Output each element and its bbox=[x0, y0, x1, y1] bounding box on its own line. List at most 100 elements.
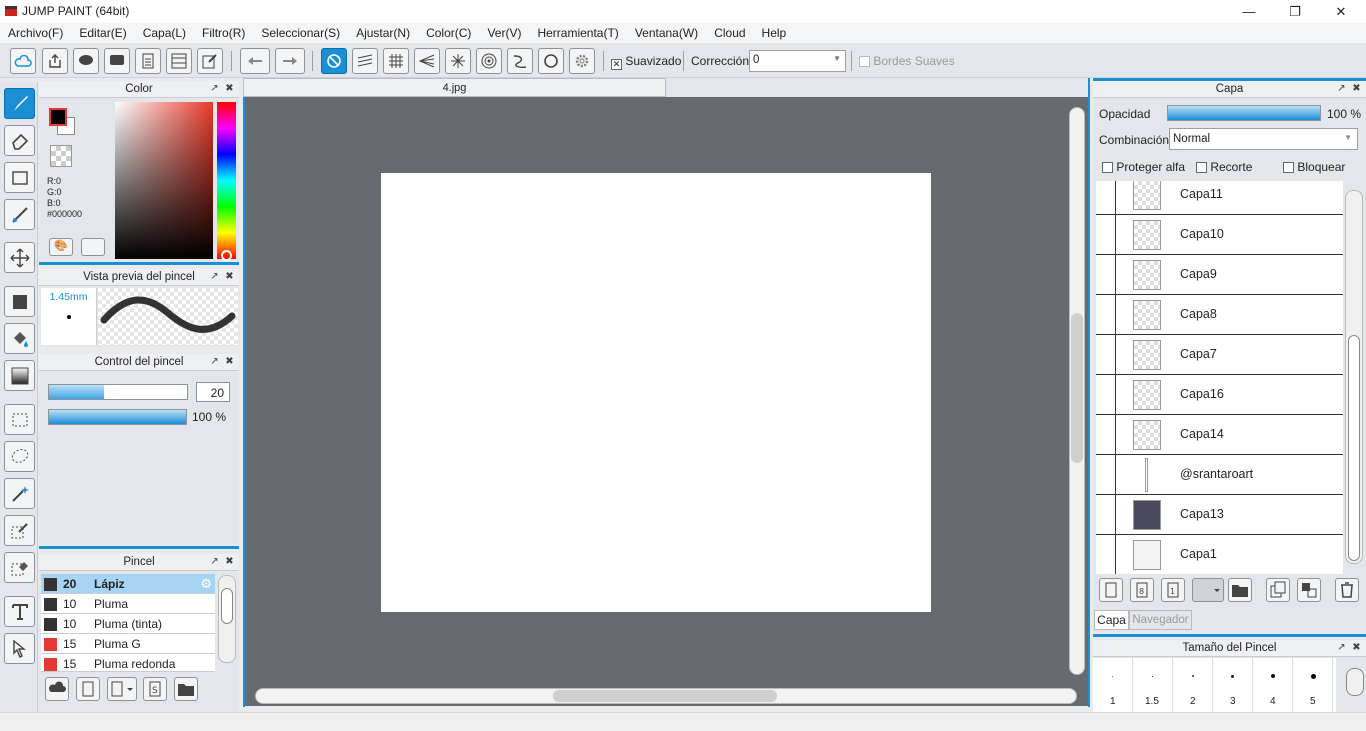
line-tool-icon[interactable] bbox=[4, 199, 35, 230]
comment-icon[interactable] bbox=[73, 48, 99, 74]
menu-cloud[interactable]: Cloud bbox=[706, 26, 753, 40]
detach-icon[interactable]: ↗ bbox=[209, 84, 220, 95]
layer-visibility[interactable] bbox=[1096, 215, 1116, 255]
foreground-color-swatch[interactable] bbox=[49, 108, 67, 126]
magic-wand-tool-icon[interactable] bbox=[4, 478, 35, 509]
brush-size-cell[interactable]: 1 bbox=[1093, 658, 1133, 712]
close-icon[interactable]: ✖ bbox=[1351, 643, 1362, 654]
brush-menu-icon[interactable] bbox=[107, 677, 137, 701]
parallel-lines-icon[interactable] bbox=[352, 48, 378, 74]
color-history-icon[interactable] bbox=[81, 238, 105, 256]
merge-layer-icon[interactable] bbox=[1297, 578, 1321, 602]
layer-visibility[interactable] bbox=[1096, 181, 1116, 215]
fill-rectangle-tool-icon[interactable] bbox=[4, 286, 35, 317]
document-tab[interactable]: 4.jpg bbox=[243, 78, 666, 97]
cloud-brush-icon[interactable] bbox=[45, 677, 69, 701]
bordes-suaves-checkbox[interactable]: Bordes Suaves bbox=[859, 54, 955, 68]
minimize-icon[interactable]: — bbox=[1226, 0, 1272, 23]
brush-script-icon[interactable]: S bbox=[143, 677, 167, 701]
brush-size-input[interactable]: 20 bbox=[196, 382, 230, 402]
detach-icon[interactable]: ↗ bbox=[1336, 643, 1347, 654]
lock-checkbox[interactable]: Bloquear bbox=[1283, 160, 1345, 174]
brush-size-cell[interactable]: 2 bbox=[1173, 658, 1213, 712]
close-icon[interactable]: ✖ bbox=[1351, 84, 1362, 95]
layer-visibility[interactable] bbox=[1096, 335, 1116, 375]
hue-slider[interactable] bbox=[217, 102, 236, 259]
brush-item-pluma-g[interactable]: 15 Pluma G bbox=[41, 634, 215, 654]
saturation-value-picker[interactable] bbox=[115, 102, 213, 259]
layer-visibility[interactable] bbox=[1096, 495, 1116, 535]
menu-ajustar[interactable]: Ajustar(N) bbox=[348, 26, 418, 40]
menu-seleccionar[interactable]: Seleccionar(S) bbox=[253, 26, 348, 40]
protect-alpha-checkbox[interactable]: Proteger alfa bbox=[1102, 160, 1185, 174]
tab-navegador[interactable]: Navegador bbox=[1129, 610, 1192, 630]
select-eraser-tool-icon[interactable] bbox=[4, 552, 35, 583]
close-icon[interactable]: ✖ bbox=[224, 272, 235, 283]
layer-row[interactable]: Capa13 bbox=[1096, 495, 1343, 535]
brush-tool-icon[interactable] bbox=[4, 88, 35, 119]
maximize-icon[interactable]: ❐ bbox=[1272, 0, 1318, 23]
layer-opacity-slider[interactable] bbox=[1167, 105, 1321, 121]
brush-item-lapiz[interactable]: 20 Lápiz ⚙ bbox=[41, 574, 215, 594]
message-icon[interactable] bbox=[104, 48, 130, 74]
brush-size-cell[interactable]: 3 bbox=[1213, 658, 1253, 712]
new-8bit-layer-icon[interactable]: 8 bbox=[1130, 578, 1154, 602]
brush-size-cell[interactable]: 5 bbox=[1293, 658, 1333, 712]
detach-icon[interactable]: ↗ bbox=[1336, 84, 1347, 95]
lasso-tool-icon[interactable] bbox=[4, 441, 35, 472]
detach-icon[interactable]: ↗ bbox=[209, 272, 220, 283]
brush-size-cell[interactable]: 4 bbox=[1253, 658, 1293, 712]
menu-help[interactable]: Help bbox=[754, 26, 795, 40]
close-icon[interactable]: ✖ bbox=[224, 357, 235, 368]
tab-capa[interactable]: Capa bbox=[1094, 610, 1129, 630]
canvas-viewport[interactable] bbox=[243, 97, 1089, 706]
select-pen-tool-icon[interactable] bbox=[4, 515, 35, 546]
new-layer-icon[interactable] bbox=[1099, 578, 1123, 602]
layer-row[interactable]: Capa16 bbox=[1096, 375, 1343, 415]
menu-herramienta[interactable]: Herramienta(T) bbox=[529, 26, 626, 40]
brush-size-slider[interactable] bbox=[48, 384, 188, 400]
menu-color[interactable]: Color(C) bbox=[418, 26, 479, 40]
layer-visibility[interactable] bbox=[1096, 415, 1116, 455]
drawing-canvas[interactable] bbox=[381, 173, 931, 612]
grid-icon[interactable] bbox=[383, 48, 409, 74]
radial-lines-icon[interactable] bbox=[445, 48, 471, 74]
close-icon[interactable]: ✖ bbox=[224, 84, 235, 95]
clip-checkbox[interactable]: Recorte bbox=[1196, 160, 1252, 174]
new-brush-icon[interactable] bbox=[76, 677, 100, 701]
folder-icon[interactable] bbox=[1228, 578, 1252, 602]
close-icon[interactable]: ✕ bbox=[1318, 0, 1364, 23]
correccion-select[interactable]: 0 ▼ bbox=[749, 50, 846, 72]
new-1bit-layer-icon[interactable]: 1 bbox=[1161, 578, 1185, 602]
layer-list-scrollbar[interactable] bbox=[1345, 190, 1363, 564]
horizontal-scrollbar[interactable] bbox=[255, 688, 1077, 704]
rectangle-tool-icon[interactable] bbox=[4, 162, 35, 193]
layer-visibility[interactable] bbox=[1096, 375, 1116, 415]
detach-icon[interactable]: ↗ bbox=[209, 557, 220, 568]
layout-icon[interactable] bbox=[166, 48, 192, 74]
no-ruler-icon[interactable] bbox=[321, 48, 347, 74]
curve-ruler-icon[interactable] bbox=[507, 48, 533, 74]
bucket-tool-icon[interactable] bbox=[4, 323, 35, 354]
scrollbar-thumb[interactable] bbox=[1071, 313, 1083, 463]
brush-size-cell[interactable]: 1.5 bbox=[1133, 658, 1173, 712]
share-icon[interactable] bbox=[42, 48, 68, 74]
layer-row[interactable]: @srantaroart bbox=[1096, 455, 1343, 495]
document-icon[interactable] bbox=[135, 48, 161, 74]
scrollbar-thumb[interactable] bbox=[221, 588, 233, 624]
rect-select-tool-icon[interactable] bbox=[4, 404, 35, 435]
brush-item-pluma[interactable]: 10 Pluma bbox=[41, 594, 215, 614]
redo-icon[interactable] bbox=[275, 48, 305, 74]
layer-visibility[interactable] bbox=[1096, 295, 1116, 335]
layer-row[interactable]: Capa9 bbox=[1096, 255, 1343, 295]
edit-form-icon[interactable] bbox=[197, 48, 223, 74]
palette-icon[interactable]: 🎨 bbox=[49, 238, 73, 256]
detach-icon[interactable]: ↗ bbox=[209, 357, 220, 368]
menu-ventana[interactable]: Ventana(W) bbox=[627, 26, 706, 40]
layer-row[interactable]: Capa1 bbox=[1096, 535, 1343, 574]
menu-capa[interactable]: Capa(L) bbox=[135, 26, 194, 40]
layer-row[interactable]: Capa14 bbox=[1096, 415, 1343, 455]
layer-visibility[interactable] bbox=[1096, 455, 1116, 495]
layer-row[interactable]: Capa7 bbox=[1096, 335, 1343, 375]
brush-item-pluma-redonda[interactable]: 15 Pluma redonda bbox=[41, 654, 215, 672]
